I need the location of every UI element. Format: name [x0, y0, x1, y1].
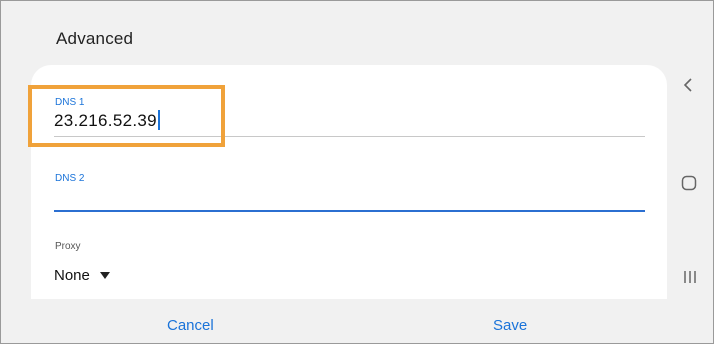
dns1-input[interactable]: 23.216.52.39 [54, 110, 160, 131]
chevron-left-icon[interactable] [683, 77, 693, 98]
home-icon[interactable] [681, 175, 697, 196]
screen: Advanced DNS 1 23.216.52.39 DNS 2 Proxy … [0, 0, 714, 344]
cancel-button[interactable]: Cancel [167, 317, 214, 334]
proxy-dropdown[interactable]: None [54, 267, 110, 284]
recents-icon[interactable] [683, 269, 697, 290]
proxy-label: Proxy [55, 241, 81, 252]
dns1-underline [54, 136, 645, 137]
save-button[interactable]: Save [493, 317, 527, 334]
proxy-value: None [54, 267, 90, 284]
text-cursor [157, 110, 160, 130]
dns2-label: DNS 2 [55, 173, 85, 184]
dialog-title: Advanced [56, 29, 134, 48]
settings-card [31, 65, 667, 299]
dns2-input[interactable] [54, 187, 645, 209]
dropdown-arrow-icon [99, 272, 110, 279]
dns1-value: 23.216.52.39 [54, 111, 157, 130]
dns2-underline [54, 210, 645, 212]
dns1-label: DNS 1 [55, 97, 85, 108]
